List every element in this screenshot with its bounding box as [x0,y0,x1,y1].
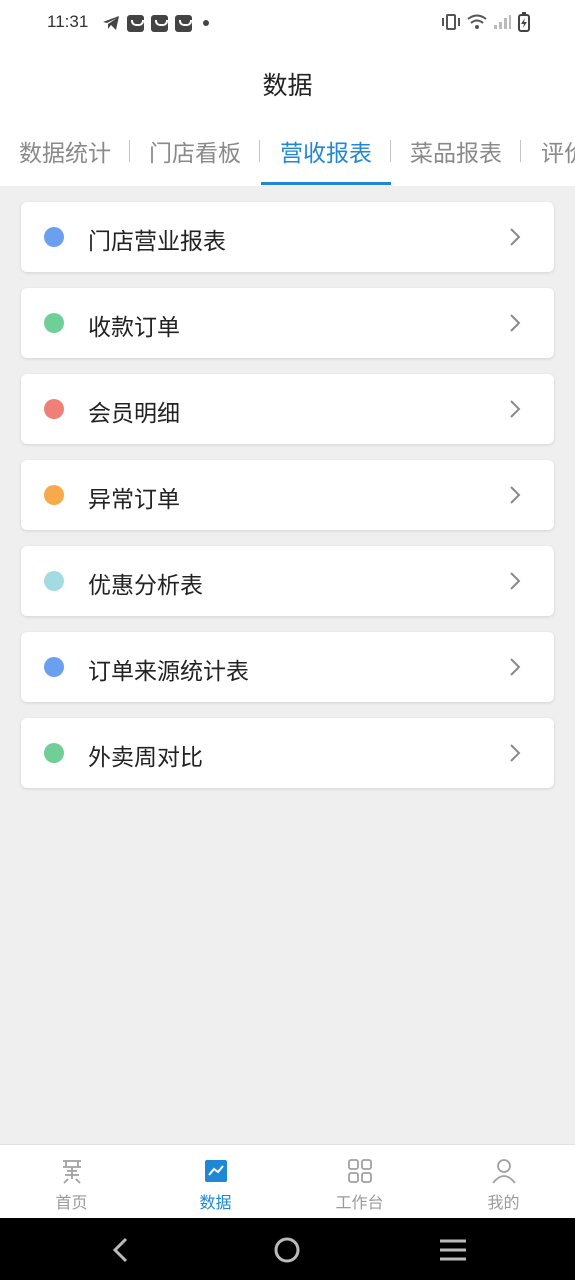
status-dot [44,227,64,247]
report-item-order-source[interactable]: 订单来源统计表 [21,632,554,702]
status-dot [44,657,64,677]
tab-separator [129,140,130,162]
status-dot [44,313,64,333]
telegram-icon [103,16,119,30]
report-item-label: 外卖周对比 [88,745,203,771]
tab-separator [259,140,260,162]
chevron-right-icon [510,658,521,676]
tab-dish-report[interactable]: 菜品报表 [410,134,502,168]
status-dot [44,399,64,419]
shopping-bag-icon [151,14,168,32]
active-tab-indicator [261,182,391,185]
shopping-bag-icon [175,14,192,32]
app-header: 数据 [0,48,575,118]
chevron-right-icon [510,744,521,762]
report-item-label: 会员明细 [88,401,180,427]
shopping-bag-icon [127,14,144,32]
wifi-icon [467,14,487,29]
home-button-icon[interactable] [269,1232,305,1268]
tabbar-label: 工作台 [335,1193,384,1212]
report-item-discount-analysis[interactable]: 优惠分析表 [21,546,554,616]
tabbar-label: 数据 [199,1193,232,1212]
status-dot [44,571,64,591]
tabbar-workbench[interactable]: 工作台 [288,1145,431,1219]
chevron-right-icon [510,314,521,332]
chevron-right-icon [510,486,521,504]
grid-icon [347,1159,372,1183]
system-nav-bar [0,1218,575,1280]
tab-separator [520,140,521,162]
report-item-label: 订单来源统计表 [88,659,249,685]
report-item-abnormal-orders[interactable]: 异常订单 [21,460,554,530]
tabbar-label: 我的 [487,1193,520,1212]
status-dot [44,485,64,505]
back-icon[interactable] [104,1232,140,1268]
person-icon [491,1159,516,1184]
recents-icon[interactable] [435,1232,471,1268]
report-item-label: 收款订单 [88,315,180,341]
bottom-tab-bar: 首页 数据 工作台 我的 [0,1144,575,1219]
chevron-right-icon [510,400,521,418]
report-item-store-business[interactable]: 门店营业报表 [21,202,554,272]
report-item-label: 门店营业报表 [88,229,226,255]
chevron-right-icon [510,228,521,246]
tab-reviews[interactable]: 评价 [541,134,575,168]
report-item-label: 优惠分析表 [88,573,203,599]
vibrate-icon [442,14,460,30]
page-title: 数据 [262,71,313,100]
chart-icon [204,1160,227,1182]
status-time: 11:31 [47,12,89,31]
tabbar-home[interactable]: 首页 [0,1145,143,1219]
tabbar-label: 首页 [55,1193,88,1212]
more-notifications-icon [203,20,209,26]
signal-icon [494,15,511,29]
system-icons [441,12,531,32]
tab-separator [390,140,391,162]
tabbar-mine[interactable]: 我的 [432,1145,575,1219]
notification-icons [102,13,209,33]
tab-store-board[interactable]: 门店看板 [149,134,241,168]
status-bar: 11:31 [0,0,575,48]
battery-charging-icon [518,12,530,32]
chevron-right-icon [510,572,521,590]
report-tabs: 数据统计 门店看板 营收报表 菜品报表 评价 [0,118,575,186]
report-item-member-details[interactable]: 会员明细 [21,374,554,444]
status-dot [44,743,64,763]
report-item-takeout-weekly[interactable]: 外卖周对比 [21,718,554,788]
tabbar-data[interactable]: 数据 [144,1145,287,1219]
report-item-payment-orders[interactable]: 收款订单 [21,288,554,358]
home-icon [62,1160,81,1184]
tab-revenue-report[interactable]: 营收报表 [280,134,372,168]
tab-data-statistics[interactable]: 数据统计 [19,134,111,168]
report-item-label: 异常订单 [88,487,180,513]
